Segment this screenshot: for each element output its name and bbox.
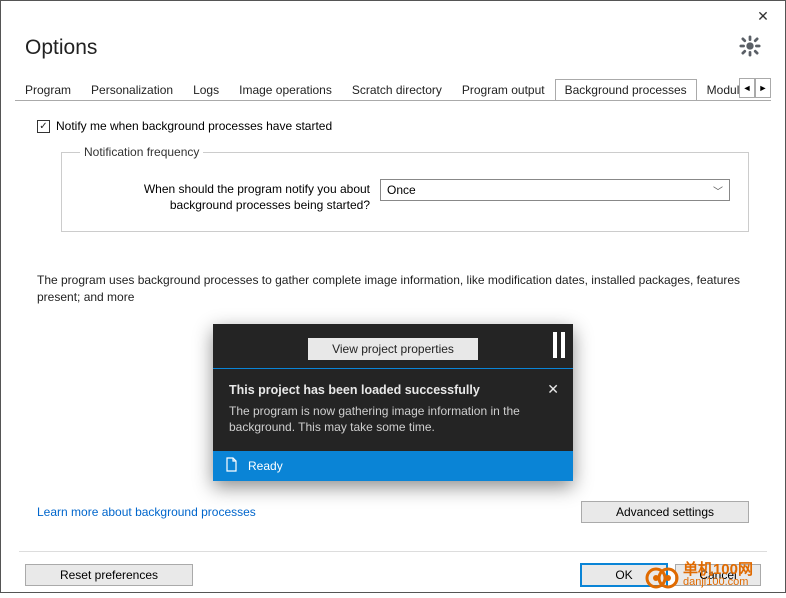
document-icon (225, 457, 238, 475)
tab-program[interactable]: Program (15, 79, 81, 101)
frequency-legend: Notification frequency (80, 145, 203, 159)
titlebar: ✕ (1, 1, 785, 31)
learn-more-link[interactable]: Learn more about background processes (37, 505, 256, 519)
tab-program-output[interactable]: Program output (452, 79, 555, 101)
frequency-select[interactable]: Once ﹀ (380, 179, 730, 201)
page-title: Options (25, 36, 97, 60)
window-close-button[interactable]: ✕ (741, 1, 785, 31)
close-icon: ✕ (547, 381, 559, 398)
cancel-button[interactable]: Cancel (675, 564, 761, 586)
tab-background-processes[interactable]: Background processes (555, 79, 697, 101)
chevron-down-icon: ﹀ (713, 183, 723, 198)
view-properties-button: View project properties (308, 338, 478, 360)
header: Options (1, 31, 785, 78)
dialog-footer: Reset preferences OK Cancel (1, 552, 785, 598)
ok-button[interactable]: OK (581, 564, 667, 586)
tab-scroll-right[interactable]: ► (755, 78, 771, 98)
tab-bar: ProgramPersonalizationLogsImage operatio… (15, 78, 771, 101)
notification-preview: View project properties ✕ This project h… (213, 324, 573, 481)
preview-toolbar: View project properties (213, 324, 573, 368)
reset-preferences-button[interactable]: Reset preferences (25, 564, 193, 586)
tab-modules[interactable]: Modules (697, 79, 739, 101)
status-text: Ready (248, 459, 283, 473)
description-text: The program uses background processes to… (37, 272, 749, 306)
tab-image-operations[interactable]: Image operations (229, 79, 342, 101)
tab-personalization[interactable]: Personalization (81, 79, 183, 101)
tab-logs[interactable]: Logs (183, 79, 229, 101)
tab-scratch-directory[interactable]: Scratch directory (342, 79, 452, 101)
notification-frequency-group: Notification frequency When should the p… (61, 145, 749, 232)
frequency-label: When should the program notify you about… (80, 179, 370, 213)
tab-content: ✓ Notify me when background processes ha… (1, 101, 785, 533)
notify-checkbox-label: Notify me when background processes have… (56, 119, 332, 133)
advanced-settings-button[interactable]: Advanced settings (581, 501, 749, 523)
tab-scroll-left[interactable]: ◄ (739, 78, 755, 98)
gear-icon[interactable] (739, 35, 761, 60)
checkbox-icon[interactable]: ✓ (37, 120, 50, 133)
preview-statusbar: Ready (213, 451, 573, 481)
frequency-value: Once (387, 183, 416, 197)
notify-checkbox-row[interactable]: ✓ Notify me when background processes ha… (37, 119, 749, 133)
toast-title: This project has been loaded successfull… (229, 383, 557, 397)
preview-toast: ✕ This project has been loaded successfu… (213, 368, 573, 451)
toast-body: The program is now gathering image infor… (229, 403, 557, 435)
